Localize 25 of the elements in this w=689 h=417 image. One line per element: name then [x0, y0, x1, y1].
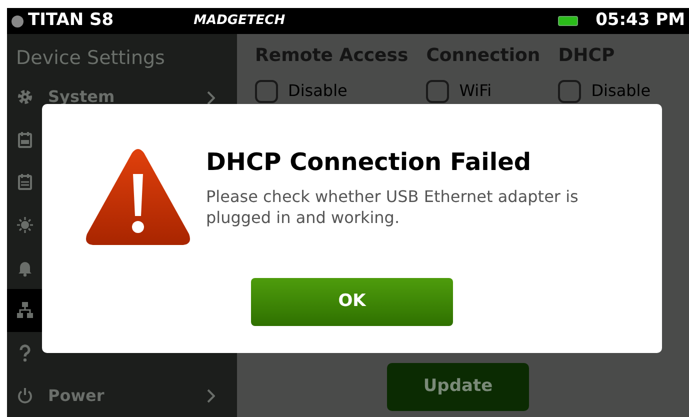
checkbox[interactable] [558, 80, 582, 102]
battery-icon [558, 16, 578, 26]
checkbox[interactable] [426, 80, 450, 102]
dialog-title: DHCP Connection Failed [206, 148, 532, 177]
brand-logo: MADGETECH [194, 12, 286, 30]
chevron-icon [206, 389, 215, 404]
sidebar-title: Device Settings [15, 46, 166, 71]
checkbox-label: WiFi [459, 80, 492, 102]
calendar-icon [16, 173, 34, 192]
checkbox[interactable] [255, 80, 278, 102]
checkbox-label: Disable [288, 80, 348, 102]
calendar-icon [16, 130, 34, 149]
status-dot-icon [11, 14, 24, 28]
network-icon [16, 301, 34, 320]
update-button[interactable]: Update [387, 363, 529, 411]
gear-icon [16, 88, 34, 106]
power-icon [16, 386, 34, 405]
warning-icon [84, 148, 192, 246]
clock: 05:43 PM [596, 9, 685, 32]
chevron-icon [206, 90, 215, 105]
sun-icon [16, 216, 34, 234]
dialog-message: Please check whether USB Ethernet adapter is plugged in and working. [206, 186, 580, 228]
checkbox-label: Disable [591, 80, 651, 102]
ok-button[interactable]: OK [251, 278, 453, 326]
device-name: TITAN S8 [28, 9, 114, 32]
